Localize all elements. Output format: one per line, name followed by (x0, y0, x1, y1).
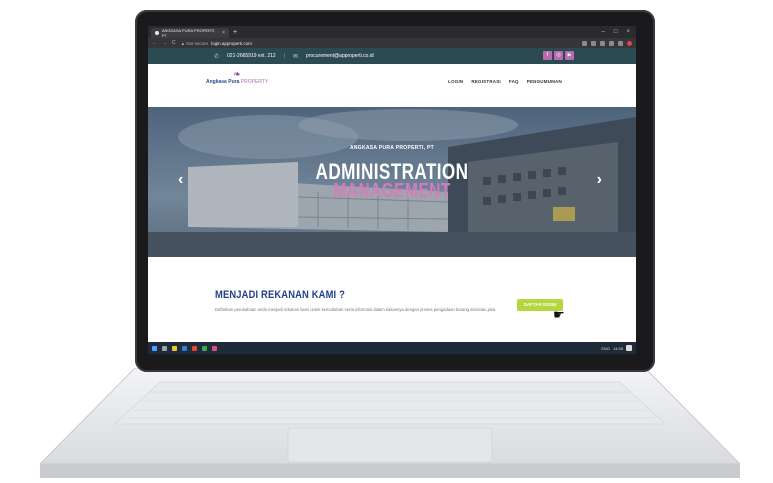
brand-logo[interactable]: ❧ Angkasa Pura PROPERTY (206, 69, 268, 86)
hero-banner: ANGKASA PURA PROPERTI, PT ADMINISTRATION… (148, 107, 636, 257)
menu-item-login[interactable]: LOGIN (448, 79, 463, 84)
browser-tab[interactable]: ANGKASA PURA PROPERTI, PT × (151, 28, 229, 38)
profile-avatar-icon[interactable] (627, 40, 632, 46)
reload-icon[interactable]: C (172, 40, 176, 46)
tray-language[interactable]: ENG (601, 346, 610, 351)
url-field[interactable]: ▲ Not secure login.approperti.com (181, 41, 252, 46)
facebook-icon[interactable]: f (543, 51, 552, 60)
key-icon[interactable] (582, 40, 587, 46)
site-navbar: ❧ Angkasa Pura PROPERTY LOGIN REGISTRASI… (148, 64, 636, 97)
instagram-icon[interactable]: ◎ (554, 51, 563, 60)
file-explorer-icon[interactable] (172, 345, 177, 351)
logo-main: Angkasa Pura (206, 79, 240, 85)
cta-section: MENJADI REKANAN KAMI ? Daftarkan perusah… (148, 257, 636, 342)
extensions-area (582, 40, 632, 46)
main-menu: LOGIN REGISTRASI FAQ PENGUMUMAN (448, 79, 562, 84)
browser-address-bar: ← → C ▲ Not secure login.approperti.com (148, 38, 636, 48)
close-tab-icon[interactable]: × (222, 30, 225, 36)
hero-title-secondary: MANAGEMENT (333, 180, 451, 202)
app-icon-2[interactable] (212, 345, 217, 351)
system-tray: ENG 14:55 (601, 345, 632, 351)
carousel-next-icon[interactable]: › (597, 171, 602, 189)
hero-subtitle: ANGKASA PURA PROPERTI, PT (349, 145, 435, 151)
app-icon[interactable] (202, 345, 207, 351)
phone-icon: ✆ (214, 53, 220, 60)
cta-description: Daftarkan perusahaan anda menjadi rekana… (215, 307, 496, 312)
windows-taskbar: ENG 14:55 (148, 342, 636, 354)
close-window-icon[interactable]: × (626, 29, 630, 35)
new-tab-button[interactable]: + (233, 29, 237, 36)
tray-clock[interactable]: 14:55 (613, 346, 623, 351)
social-links: f ◎ ▶ (543, 51, 574, 60)
laptop-mockup: ANGKASA PURA PROPERTI, PT × + – □ × ← → … (0, 0, 773, 483)
logo-sub: PROPERTY (240, 79, 269, 85)
menu-item-registrasi[interactable]: REGISTRASI (471, 79, 501, 84)
laptop-base (40, 368, 740, 480)
menu-item-pengumuman[interactable]: PENGUMUMAN (527, 79, 562, 84)
phone-number: 021-2665919 ext. 212 (227, 53, 276, 59)
puzzle-icon[interactable] (609, 40, 614, 46)
start-icon[interactable] (152, 345, 157, 351)
back-icon[interactable]: ← (152, 40, 157, 46)
logo-text: Angkasa Pura PROPERTY (206, 79, 268, 85)
tab-title: ANGKASA PURA PROPERTI, PT (161, 28, 216, 38)
cta-title: MENJADI REKANAN KAMI ? (215, 289, 345, 301)
notification-icon[interactable] (626, 345, 632, 351)
forward-icon[interactable]: → (162, 40, 167, 46)
mail-icon: ✉ (293, 53, 299, 60)
carousel-prev-icon[interactable]: ‹ (178, 171, 183, 189)
extension-icon[interactable] (600, 40, 605, 46)
search-icon[interactable] (162, 345, 167, 351)
maximize-icon[interactable]: □ (614, 29, 618, 35)
sidebar-icon[interactable] (618, 40, 623, 46)
email-address: procurement@approperti.co.id (306, 53, 374, 59)
site-topbar: ✆ 021-2665919 ext. 212 | ✉ procurement@a… (148, 48, 636, 64)
security-indicator: ▲ Not secure (180, 40, 209, 46)
url-text: login.approperti.com (211, 40, 252, 46)
menu-item-faq[interactable]: FAQ (509, 79, 519, 84)
laptop-screen: ANGKASA PURA PROPERTI, PT × + – □ × ← → … (148, 26, 636, 354)
logo-icon: ❧ (233, 69, 241, 79)
chrome-icon[interactable] (192, 345, 197, 351)
favicon-icon (155, 31, 159, 35)
divider: | (283, 53, 285, 59)
edge-icon[interactable] (182, 345, 187, 351)
window-controls: – □ × (602, 29, 636, 35)
minimize-icon[interactable]: – (602, 29, 605, 35)
star-icon[interactable] (591, 40, 596, 46)
youtube-icon[interactable]: ▶ (565, 51, 574, 60)
browser-tabbar: ANGKASA PURA PROPERTI, PT × + – □ × (148, 26, 636, 38)
hand-cursor-icon: ☛ (553, 307, 565, 322)
